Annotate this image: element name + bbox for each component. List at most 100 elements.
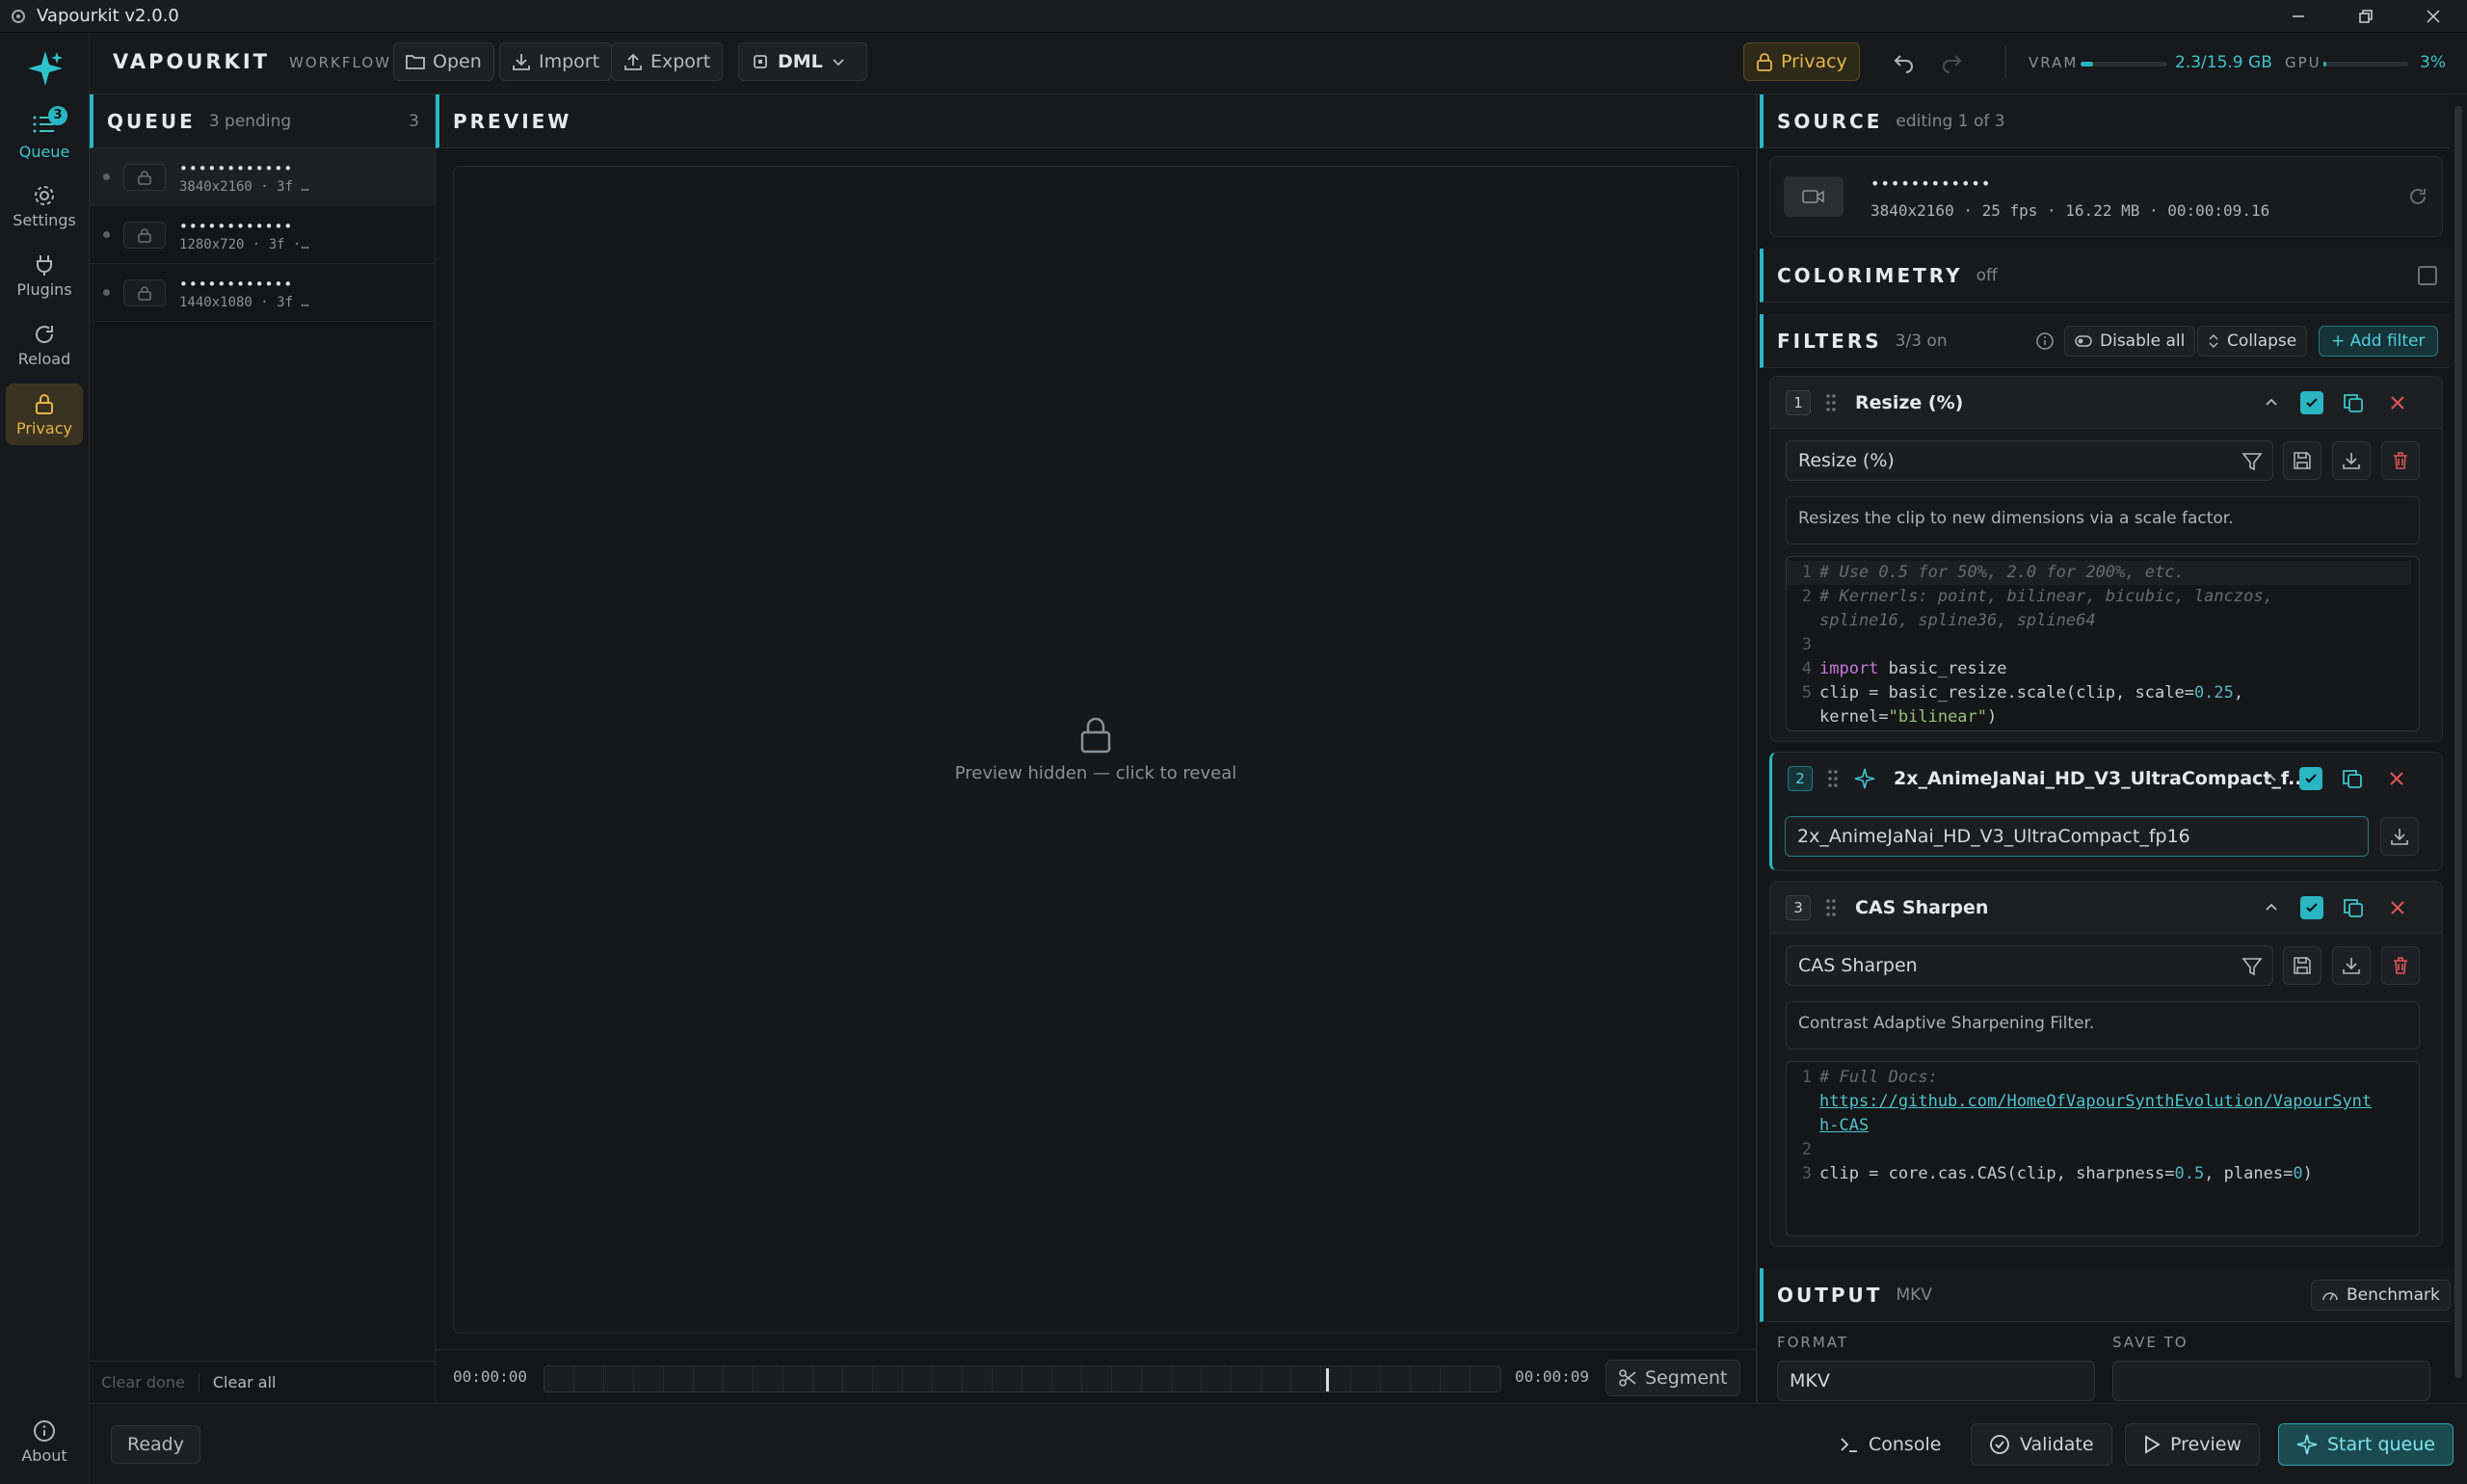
privacy-button[interactable]: Privacy	[1743, 42, 1860, 81]
model-select[interactable]: 2x_AnimeJaNai_HD_V3_UltraCompact_fp16	[1785, 816, 2369, 857]
save-icon	[2294, 452, 2311, 469]
scrollbar-thumb[interactable]	[2454, 106, 2462, 1378]
source-title: SOURCE	[1777, 109, 1883, 133]
code-editor[interactable]: 1 # Full Docs: https://github.com/HomeOfV…	[1786, 1061, 2420, 1236]
chip-icon	[754, 55, 767, 68]
lock-icon	[1757, 53, 1772, 71]
rail-reload-label: Reload	[17, 349, 71, 368]
info-icon[interactable]	[2035, 331, 2055, 351]
filter-header[interactable]: 1 Resize (%)	[1770, 377, 2442, 429]
source-editing: editing 1 of 3	[1896, 111, 2005, 131]
docs-link[interactable]: https://github.com/HomeOfVapourSynthEvol…	[1819, 1090, 2372, 1114]
filter-enabled-checkbox[interactable]	[2300, 896, 2323, 919]
save-icon	[2294, 957, 2311, 974]
settings-panel: SOURCE editing 1 of 3 •••••••••••• 3840x…	[1760, 94, 2451, 1403]
funnel-icon	[2242, 453, 2263, 471]
import-filter-button[interactable]	[2332, 946, 2371, 985]
source-name: ••••••••••••	[1870, 174, 1992, 193]
redo-button[interactable]	[1941, 50, 1964, 78]
panel-divider[interactable]	[1756, 94, 1758, 1403]
benchmark-button[interactable]: Benchmark	[2311, 1280, 2451, 1311]
export-button[interactable]: Export	[611, 42, 724, 81]
filter-enabled-checkbox[interactable]	[2300, 391, 2323, 414]
open-button[interactable]: Open	[393, 42, 494, 81]
queue-item[interactable]: •••••••••••• 1440x1080 · 3f …	[90, 264, 435, 322]
minimize-button[interactable]	[2265, 0, 2332, 33]
delete-filter-button[interactable]	[2381, 441, 2420, 480]
disable-all-button[interactable]: Disable all	[2064, 326, 2196, 357]
restore-button[interactable]	[2332, 0, 2400, 33]
collapse-button[interactable]: Collapse	[2197, 326, 2308, 357]
filter-enabled-checkbox[interactable]	[2299, 767, 2322, 790]
refresh-icon[interactable]	[2407, 186, 2428, 207]
drag-handle-icon[interactable]	[1824, 897, 1838, 918]
drag-handle-icon[interactable]	[1824, 392, 1838, 413]
rail-plugins[interactable]: Plugins	[6, 245, 83, 306]
close-icon[interactable]	[2388, 770, 2405, 787]
gpu-bar	[2323, 62, 2408, 66]
clear-done-button[interactable]: Clear done	[101, 1373, 185, 1391]
duplicate-icon[interactable]	[2343, 392, 2364, 413]
preset-dropdown[interactable]: DML	[738, 42, 867, 81]
close-icon[interactable]	[2389, 394, 2406, 411]
chevron-up-icon[interactable]	[2263, 770, 2278, 785]
filter-description: Contrast Adaptive Sharpening Filter.	[1786, 1001, 2420, 1049]
import-model-button[interactable]	[2380, 817, 2419, 856]
settings-scrollbar[interactable]	[2451, 94, 2467, 1403]
vram-bar-fill	[2081, 62, 2094, 66]
filter-card: 2 2x_AnimeJaNai_HD_V3_UltraCompact_f... …	[1769, 752, 2443, 871]
filter-select[interactable]: CAS Sharpen	[1786, 945, 2273, 986]
filter-number: 2	[1788, 766, 1813, 791]
preview-canvas[interactable]: Preview hidden — click to reveal	[453, 166, 1738, 1334]
rail-settings[interactable]: Settings	[6, 175, 83, 237]
rail-privacy[interactable]: Privacy	[6, 384, 83, 445]
preview-button[interactable]: Preview	[2125, 1423, 2260, 1466]
delete-filter-button[interactable]	[2381, 946, 2420, 985]
save-filter-button[interactable]	[2283, 946, 2321, 985]
code-line: clip = core.cas.CAS(clip, sharpness=	[1819, 1164, 2175, 1183]
drag-handle-icon[interactable]	[1826, 768, 1840, 789]
segment-button[interactable]: Segment	[1605, 1360, 1740, 1396]
docs-link[interactable]: h-CAS	[1819, 1114, 1869, 1138]
queue-item[interactable]: •••••••••••• 1280x720 · 3f ·…	[90, 206, 435, 264]
filter-header[interactable]: 2 2x_AnimeJaNai_HD_V3_UltraCompact_f...	[1772, 753, 2442, 805]
title-bar: Vapourkit v2.0.0	[0, 0, 2467, 33]
save-to-input[interactable]	[2112, 1361, 2430, 1401]
chevron-up-icon[interactable]	[2264, 394, 2279, 410]
validate-button[interactable]: Validate	[1971, 1423, 2112, 1466]
undo-button[interactable]	[1892, 50, 1915, 78]
playhead[interactable]	[1326, 1368, 1330, 1391]
close-window-button[interactable]	[2400, 0, 2467, 33]
video-camera-icon	[1802, 190, 1824, 203]
code-line: )	[1987, 707, 1998, 727]
source-meta: 3840x2160 · 25 fps · 16.22 MB · 00:00:09…	[1870, 201, 2270, 220]
chevron-up-icon[interactable]	[2264, 899, 2279, 914]
close-icon[interactable]	[2389, 899, 2406, 916]
format-select[interactable]: MKV	[1777, 1361, 2095, 1401]
import-button[interactable]: Import	[499, 42, 613, 81]
import-filter-button[interactable]	[2332, 441, 2371, 480]
duplicate-icon[interactable]	[2342, 768, 2363, 789]
filter-select[interactable]: Resize (%)	[1786, 440, 2273, 481]
rail-plugins-label: Plugins	[16, 279, 72, 299]
rail-reload[interactable]: Reload	[6, 314, 83, 376]
rail-queue[interactable]: 3 Queue	[6, 105, 83, 168]
clear-all-button[interactable]: Clear all	[213, 1373, 277, 1391]
code-line: # Full Docs:	[1819, 1068, 1938, 1087]
colorimetry-checkbox[interactable]	[2418, 266, 2437, 285]
console-button[interactable]: Console	[1821, 1423, 1959, 1466]
save-filter-button[interactable]	[2283, 441, 2321, 480]
rail-about[interactable]: About	[6, 1411, 83, 1472]
duplicate-icon[interactable]	[2343, 897, 2364, 918]
add-filter-button[interactable]: + Add filter	[2319, 326, 2438, 357]
timeline-scrubber[interactable]	[544, 1365, 1501, 1392]
queue-item[interactable]: •••••••••••• 3840x2160 · 3f …	[90, 148, 435, 206]
code-number: 0.5	[2174, 1164, 2205, 1183]
time-start: 00:00:00	[453, 1367, 528, 1386]
export-label: Export	[650, 51, 711, 72]
filter-header[interactable]: 3 CAS Sharpen	[1770, 882, 2442, 934]
start-queue-button[interactable]: Start queue	[2278, 1423, 2454, 1466]
colorimetry-header[interactable]: COLORIMETRY off	[1760, 249, 2451, 303]
source-card[interactable]: •••••••••••• 3840x2160 · 25 fps · 16.22 …	[1769, 156, 2443, 237]
code-editor[interactable]: 1 # Use 0.5 for 50%, 2.0 for 200%, etc. 2…	[1786, 556, 2420, 731]
